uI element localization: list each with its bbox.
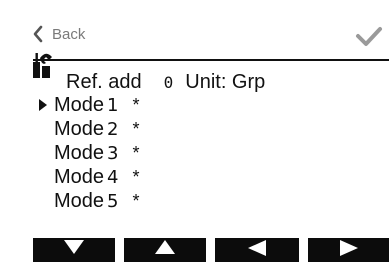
softkey-right-button[interactable] — [308, 238, 389, 262]
arrow-up-icon — [155, 240, 175, 254]
mode-mark: * — [132, 167, 140, 188]
mode-list: Mode 1 * Mode 2 * Mode 3 * Mode 4 * Mode… — [34, 93, 140, 214]
mode-label: Mode — [54, 166, 105, 189]
reference-header: Ref. add 0 Unit: Grp — [66, 70, 265, 95]
arrow-right-icon — [339, 240, 358, 256]
mode-label: Mode — [54, 141, 105, 164]
list-item-mode-5[interactable]: Mode 5 * — [34, 190, 140, 214]
arrow-left-icon — [248, 240, 266, 256]
mode-index: 4 — [107, 167, 119, 189]
softkey-up-button[interactable] — [124, 238, 206, 262]
wrench-screwdriver-icon — [33, 53, 52, 78]
mode-mark: * — [132, 191, 140, 212]
mode-mark: * — [132, 118, 140, 139]
unit-label: Unit: Grp — [185, 71, 266, 93]
selection-cursor-icon — [34, 93, 52, 117]
arrow-down-icon — [64, 240, 84, 254]
list-item-mode-3[interactable]: Mode 3 * — [34, 141, 140, 165]
chevron-left-icon — [33, 25, 43, 43]
mode-mark: * — [132, 94, 140, 115]
back-button[interactable]: Back — [32, 22, 85, 46]
list-item-mode-2[interactable]: Mode 2 * — [34, 117, 140, 141]
header-divider — [33, 59, 389, 61]
check-icon[interactable] — [355, 25, 383, 47]
mode-index: 5 — [107, 191, 119, 213]
mode-index: 3 — [107, 142, 119, 164]
list-item-mode-4[interactable]: Mode 4 * — [34, 166, 140, 190]
ref-label: Ref. add — [66, 71, 142, 93]
softkey-left-button[interactable] — [215, 238, 299, 262]
mode-mark: * — [132, 142, 140, 163]
ref-value: 0 — [163, 73, 174, 92]
mode-index: 2 — [107, 118, 119, 140]
back-label: Back — [52, 25, 86, 43]
controller-screen: Back Ref. add 0 Unit: Grp Mode 1 * Mode … — [0, 0, 389, 262]
mode-index: 1 — [107, 94, 119, 116]
softkey-down-button[interactable] — [33, 238, 115, 262]
mode-label: Mode — [54, 190, 105, 213]
mode-label: Mode — [54, 93, 105, 116]
list-item-mode-1[interactable]: Mode 1 * — [34, 93, 140, 117]
mode-label: Mode — [54, 117, 105, 140]
